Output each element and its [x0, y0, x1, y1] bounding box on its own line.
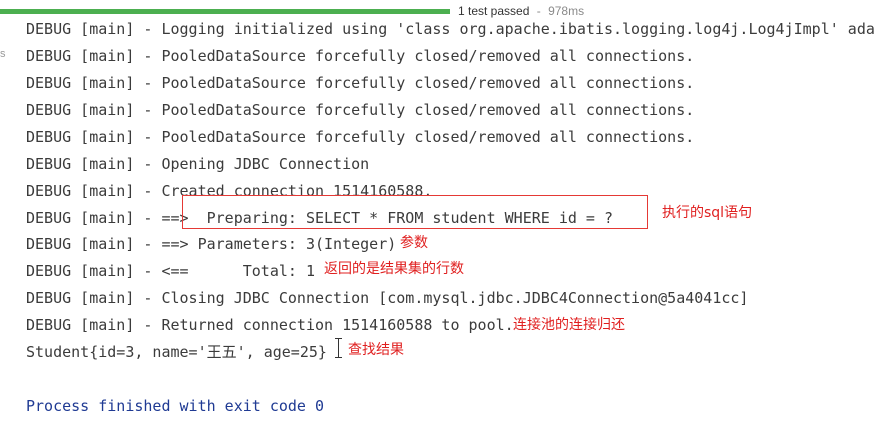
annotation-params: 参数 — [400, 235, 428, 251]
test-status-text: 1 test passed - 978ms — [458, 4, 584, 18]
test-progress-fill — [0, 9, 450, 14]
test-duration-separator: - — [533, 4, 545, 18]
annotation-pool: 连接池的连接归还 — [513, 317, 625, 333]
console-line: DEBUG [main] - PooledDataSource forceful… — [26, 128, 695, 146]
annotation-result: 查找结果 — [348, 342, 404, 358]
text-cursor-icon — [335, 338, 342, 358]
console-line-returned: DEBUG [main] - Returned connection 15141… — [26, 316, 514, 334]
annotation-rows: 返回的是结果集的行数 — [324, 261, 464, 277]
test-progress-bar — [0, 9, 450, 14]
console-line: DEBUG [main] - PooledDataSource forceful… — [26, 47, 695, 65]
console-line-total: DEBUG [main] - <== Total: 1 — [26, 262, 315, 280]
test-result-label: 1 test passed — [458, 4, 530, 18]
console-line: DEBUG [main] - Closing JDBC Connection [… — [26, 289, 749, 307]
annotation-sql: 执行的sql语句 — [662, 205, 753, 221]
console-line: DEBUG [main] - Opening JDBC Connection — [26, 155, 370, 173]
console-line: DEBUG [main] - PooledDataSource forceful… — [26, 74, 695, 92]
process-exit-line: Process finished with exit code 0 — [26, 397, 325, 415]
gutter-marker: s — [0, 48, 6, 60]
console-line-parameters: DEBUG [main] - ==> Parameters: 3(Integer… — [26, 235, 397, 253]
console-line: DEBUG [main] - PooledDataSource forceful… — [26, 101, 695, 119]
test-duration: 978ms — [548, 4, 585, 18]
console-line-result: Student{id=3, name='王五', age=25} — [26, 343, 327, 361]
console-line: DEBUG [main] - Logging initialized using… — [26, 20, 874, 38]
sql-highlight-box — [182, 195, 648, 229]
